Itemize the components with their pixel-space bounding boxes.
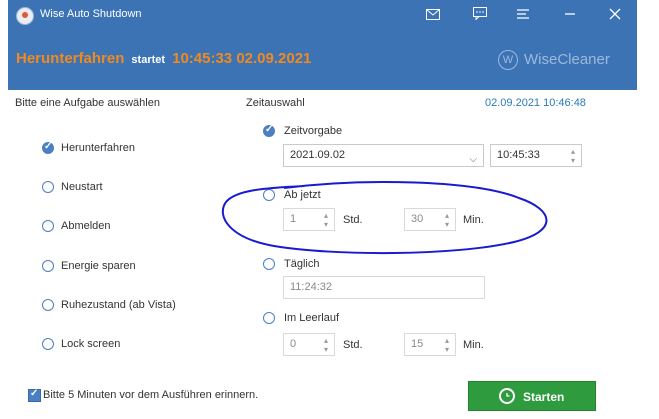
status-line: Herunterfahren startet 10:45:33 02.09.20… [16,50,311,72]
brand[interactable]: W WiseCleaner [498,50,610,70]
minutes-spinner[interactable]: ▴ ▾ [442,336,452,354]
minimize-icon[interactable] [561,6,579,24]
radio-sleep[interactable] [42,260,54,272]
task-label: Ruhezustand (ab Vista) [61,299,176,311]
leerlauf-hours-input[interactable]: 0 ▴ ▾ [283,333,335,356]
time-spinner[interactable]: ▴ ▾ [568,147,578,165]
reminder-checkbox[interactable] [28,388,41,402]
app-logo-icon [16,7,34,25]
status-action: Herunterfahren [16,50,125,67]
leerlauf-minutes-input[interactable]: 15 ▴ ▾ [404,333,456,356]
radio-hibernate[interactable] [42,299,54,311]
annotation-ellipse [221,181,548,255]
zeitvorgabe-label: Zeitvorgabe [284,125,343,137]
task-heading: Bitte eine Aufgabe auswählen [15,97,160,109]
menu-icon[interactable] [514,6,532,24]
task-label: Abmelden [61,220,111,232]
time-input[interactable]: 10:45:33 ▴ ▾ [490,144,582,167]
app-header: Wise Auto Shutdown Herunterfahren starte… [8,0,637,90]
start-label: Starten [523,390,565,404]
hours-value: 0 [290,338,297,350]
taeglich-time-value: 11:24:32 [290,281,333,293]
task-label: Neustart [61,181,103,193]
chevron-down-icon[interactable]: ⌵ [469,149,477,170]
current-datetime: 02.09.2021 10:46:48 [485,97,586,109]
task-label: Energie sparen [61,260,136,272]
alarm-clock-icon [499,388,515,404]
feedback-icon[interactable] [471,6,489,24]
task-label: Lock screen [61,338,121,350]
minutes-value: 15 [411,338,424,350]
date-value: 2021.09.02 [290,149,346,161]
radio-restart[interactable] [42,181,54,193]
status-datetime: 10:45:33 02.09.2021 [172,50,312,67]
brand-label: WiseCleaner [524,50,610,68]
radio-shutdown[interactable] [42,141,54,154]
taeglich-time-input[interactable]: 11:24:32 [283,276,485,299]
wisecleaner-logo-icon: W [498,50,518,70]
date-select[interactable]: 2021.09.02 ⌵ [283,144,484,167]
minutes-unit: Min. [463,339,484,351]
hours-spinner[interactable]: ▴ ▾ [321,336,331,354]
time-value: 10:45:33 [497,149,540,161]
radio-leerlauf[interactable] [263,312,275,324]
hours-unit: Std. [343,339,363,351]
app-title: Wise Auto Shutdown [40,8,142,20]
radio-logoff[interactable] [42,220,54,232]
start-button[interactable]: Starten [468,381,596,411]
close-icon[interactable] [606,6,624,24]
status-verb: startet [131,54,166,66]
leerlauf-label: Im Leerlauf [284,312,340,324]
time-heading: Zeitauswahl [246,97,305,109]
reminder-label: Bitte 5 Minuten vor dem Ausführen erinne… [43,389,259,401]
radio-zeitvorgabe[interactable] [263,124,275,137]
task-label: Herunterfahren [61,142,135,154]
radio-lock[interactable] [42,338,54,350]
mail-icon[interactable] [424,6,442,24]
